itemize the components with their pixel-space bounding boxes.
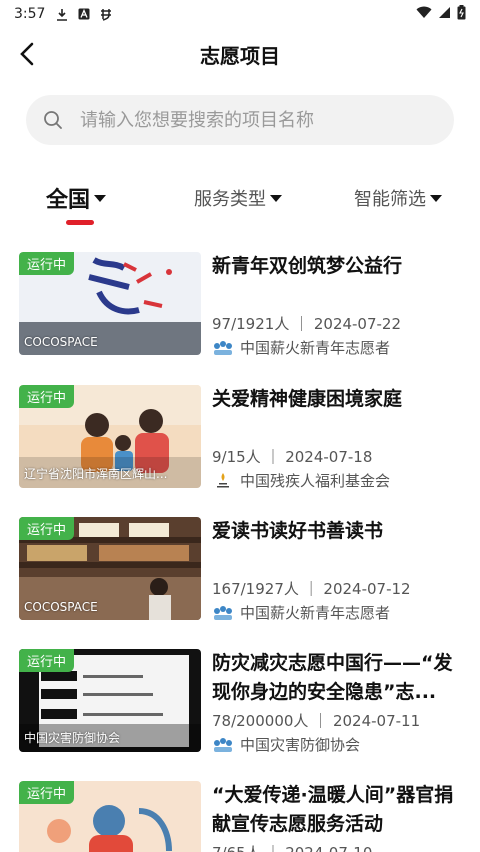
filter-region[interactable]: 全国: [46, 178, 107, 218]
filter-smart-label: 智能筛选: [354, 189, 426, 210]
thumbnail-caption: 中国灾害防御协会: [24, 731, 121, 745]
project-thumbnail: 运行中 中国灾害防御协会: [19, 649, 201, 752]
status-badge: 运行中: [19, 517, 75, 540]
app-icon: [99, 7, 113, 21]
thumbnail-caption: 辽宁省沈阳市浑南区辉山...: [24, 467, 168, 481]
project-organization: 中国残疾人福利基金会: [212, 470, 390, 491]
project-meta: 7/65人 ｜ 2024-07-10: [212, 842, 372, 852]
filter-service-type[interactable]: 服务类型: [194, 178, 282, 218]
list-item[interactable]: 运行中 COCOSPACE 新青年双创筑梦公益行 97/1921人 ｜ 2024…: [0, 252, 480, 362]
organization-logo-icon: [217, 472, 229, 487]
back-button[interactable]: [12, 38, 44, 70]
caret-down-icon: [270, 194, 282, 202]
project-title: 关爱精神健康困境家庭: [212, 388, 403, 410]
list-item[interactable]: 运行中 COCOSPACE 爱读书读好书善读书 167/1927人 ｜ 2024…: [0, 517, 480, 627]
status-badge: 运行中: [19, 385, 75, 408]
page-title: 志愿项目: [200, 43, 280, 68]
list-item[interactable]: 运行中 “大爱传递·温暖人间”器官捐献宣传志愿服务活动 7/65人 ｜ 2024…: [0, 781, 480, 852]
battery-icon: [457, 4, 466, 24]
a-icon: [77, 7, 91, 21]
project-organization: 中国薪火新青年志愿者: [212, 337, 390, 358]
caret-down-icon: [94, 194, 107, 202]
wifi-icon: [416, 6, 432, 23]
status-badge: 运行中: [19, 781, 75, 804]
organization-logo-icon: [214, 340, 232, 355]
project-meta: 167/1927人 ｜ 2024-07-12: [212, 580, 411, 598]
download-icon: [55, 7, 69, 21]
project-organization: 中国薪火新青年志愿者: [212, 602, 390, 623]
status-time: 3:57: [14, 6, 46, 22]
back-arrow-icon: [20, 42, 34, 66]
search-input[interactable]: [80, 109, 420, 131]
signal-icon: [438, 6, 451, 23]
header: 志愿项目: [0, 28, 480, 80]
organization-logo-icon: [214, 737, 232, 752]
caret-down-icon: [430, 194, 442, 202]
search-bar[interactable]: [26, 95, 454, 145]
project-meta: 9/15人 ｜ 2024-07-18: [212, 448, 373, 466]
thumbnail-caption: COCOSPACE: [24, 335, 98, 349]
filter-smart[interactable]: 智能筛选: [354, 178, 442, 218]
filter-region-label: 全国: [46, 188, 91, 213]
search-icon: [44, 111, 62, 129]
thumbnail-caption: COCOSPACE: [24, 600, 98, 614]
project-title: 新青年双创筑梦公益行: [212, 255, 403, 277]
organization-name: 中国薪火新青年志愿者: [240, 604, 391, 622]
filter-bar: 全国 服务类型 智能筛选: [0, 178, 480, 228]
status-bar: 3:57: [0, 0, 480, 28]
project-title: “大爱传递·温暖人间”器官捐献宣传志愿服务活动: [212, 784, 454, 835]
project-organization: 中国灾害防御协会: [212, 734, 360, 755]
status-right: [416, 4, 466, 24]
status-badge: 运行中: [19, 649, 75, 672]
project-thumbnail: 运行中 COCOSPACE: [19, 517, 201, 620]
project-thumbnail: 运行中: [19, 781, 201, 852]
project-meta: 97/1921人 ｜ 2024-07-22: [212, 315, 402, 333]
status-badge: 运行中: [19, 252, 75, 275]
organization-name: 中国薪火新青年志愿者: [240, 339, 391, 357]
filter-service-type-label: 服务类型: [194, 189, 266, 210]
organization-name: 中国残疾人福利基金会: [240, 472, 391, 490]
project-title: 防灾减灾志愿中国行——“发现你身边的安全隐患”志...: [212, 652, 453, 703]
project-title: 爱读书读好书善读书: [212, 520, 384, 542]
active-tab-indicator: [66, 220, 94, 225]
project-thumbnail: 运行中 辽宁省沈阳市浑南区辉山...: [19, 385, 201, 488]
list-item[interactable]: 运行中 中国灾害防御协会 防灾减灾志愿中国行——“发现你身边的安全隐患”志...…: [0, 649, 480, 759]
organization-name: 中国灾害防御协会: [240, 736, 361, 754]
project-meta: 78/200000人 ｜ 2024-07-11: [212, 712, 421, 730]
project-thumbnail: 运行中 COCOSPACE: [19, 252, 201, 355]
list-item[interactable]: 运行中 辽宁省沈阳市浑南区辉山... 关爱精神健康困境家庭 9/15人 ｜ 20…: [0, 385, 480, 495]
organization-logo-icon: [214, 605, 232, 620]
